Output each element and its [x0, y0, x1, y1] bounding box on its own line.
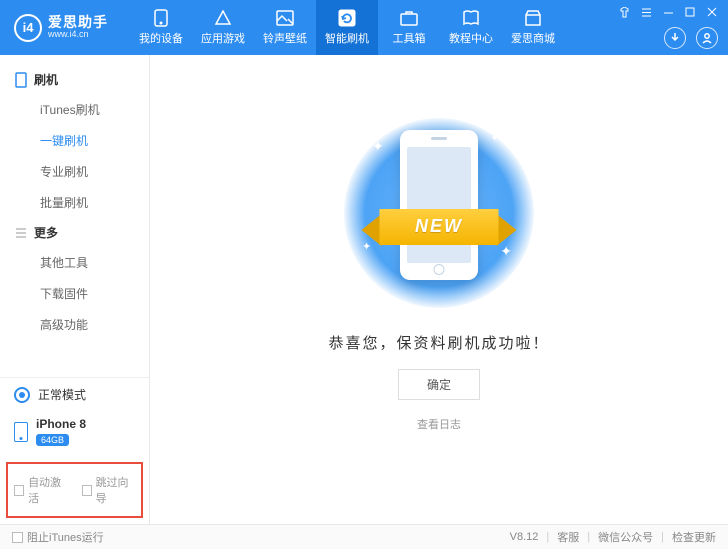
device-row[interactable]: iPhone 8 64GB [0, 411, 149, 456]
nav-label: 铃声壁纸 [263, 30, 307, 46]
menu-icon[interactable] [640, 6, 652, 18]
app-header: i4 爱思助手 www.i4.cn 我的设备 应用游戏 铃声壁纸 智能刷机 工具… [0, 0, 728, 55]
sparkle-icon: ✦ [372, 138, 384, 155]
sidebar-footer: 正常模式 iPhone 8 64GB 自动激活 跳过向导 [0, 377, 149, 524]
checkbox-icon [12, 532, 23, 543]
nav-store[interactable]: 爱思商城 [502, 0, 564, 55]
minimize-icon[interactable] [662, 6, 674, 18]
logo-url: www.i4.cn [48, 30, 108, 40]
maximize-icon[interactable] [684, 6, 696, 18]
header-actions [664, 27, 718, 49]
phone-icon [14, 422, 28, 442]
chk-skip-guide[interactable]: 跳过向导 [82, 474, 136, 506]
main-content: ✦ ✦ ✦ ✦ NEW 恭喜您，保资料刷机成功啦！ 确定 查看日志 [150, 55, 728, 524]
nav-toolbox[interactable]: 工具箱 [378, 0, 440, 55]
nav-label: 教程中心 [449, 30, 493, 46]
phone-illustration [400, 130, 478, 280]
apps-icon [213, 9, 233, 27]
book-icon [461, 9, 481, 27]
nav-ringtones[interactable]: 铃声壁纸 [254, 0, 316, 55]
nav-label: 爱思商城 [511, 30, 555, 46]
nav-apps[interactable]: 应用游戏 [192, 0, 254, 55]
logo-icon: i4 [14, 14, 42, 42]
phone-icon [151, 9, 171, 27]
nav-tutorials[interactable]: 教程中心 [440, 0, 502, 55]
ribbon-text: NEW [380, 209, 499, 245]
skin-icon[interactable] [618, 6, 630, 18]
new-ribbon: NEW [362, 206, 517, 250]
footer-update[interactable]: 检查更新 [672, 529, 716, 545]
sidebar-item-itunes[interactable]: iTunes刷机 [0, 94, 149, 125]
device-name: iPhone 8 [36, 417, 86, 431]
briefcase-icon [399, 9, 419, 27]
sidebar-group-flash[interactable]: 刷机 [0, 65, 149, 94]
user-button[interactable] [696, 27, 718, 49]
sidebar-item-oneclick[interactable]: 一键刷机 [0, 125, 149, 156]
image-icon [275, 9, 295, 27]
chk-label: 自动激活 [28, 474, 67, 506]
view-log-link[interactable]: 查看日志 [417, 416, 461, 432]
refresh-icon [337, 9, 357, 27]
nav-label: 我的设备 [139, 30, 183, 46]
nav-flash[interactable]: 智能刷机 [316, 0, 378, 55]
window-controls [618, 6, 718, 18]
sidebar-item-pro[interactable]: 专业刷机 [0, 156, 149, 187]
nav-my-device[interactable]: 我的设备 [130, 0, 192, 55]
chk-auto-activate[interactable]: 自动激活 [14, 474, 68, 506]
sidebar-item-batch[interactable]: 批量刷机 [0, 187, 149, 218]
logo-title: 爱思助手 [48, 15, 108, 30]
option-checks: 自动激活 跳过向导 [6, 462, 143, 518]
chk-block-itunes[interactable]: 阻止iTunes运行 [12, 529, 104, 545]
nav-label: 应用游戏 [201, 30, 245, 46]
sidebar-item-download[interactable]: 下载固件 [0, 278, 149, 309]
device-icon [14, 73, 28, 87]
sidebar-item-othertools[interactable]: 其他工具 [0, 247, 149, 278]
sidebar-group-more[interactable]: 更多 [0, 218, 149, 247]
nav-label: 工具箱 [393, 30, 426, 46]
store-icon [523, 9, 543, 27]
status-bar: 阻止iTunes运行 V8.12 | 客服 | 微信公众号 | 检查更新 [0, 524, 728, 549]
mode-row[interactable]: 正常模式 [0, 378, 149, 411]
checkbox-icon [82, 485, 92, 496]
mode-icon [14, 387, 30, 403]
top-nav: 我的设备 应用游戏 铃声壁纸 智能刷机 工具箱 教程中心 爱思商城 [130, 0, 564, 55]
menu-icon [14, 226, 28, 240]
nav-label: 智能刷机 [325, 30, 369, 46]
sidebar-item-advanced[interactable]: 高级功能 [0, 309, 149, 340]
sidebar: 刷机 iTunes刷机 一键刷机 专业刷机 批量刷机 更多 其他工具 下载固件 … [0, 55, 150, 524]
ok-button[interactable]: 确定 [398, 369, 480, 400]
checkbox-icon [14, 485, 24, 496]
chk-label: 阻止iTunes运行 [27, 529, 104, 545]
footer-wechat[interactable]: 微信公众号 [598, 529, 653, 545]
sparkle-icon: ✦ [491, 133, 499, 144]
download-button[interactable] [664, 27, 686, 49]
success-illustration: ✦ ✦ ✦ ✦ NEW [344, 118, 534, 308]
success-message: 恭喜您，保资料刷机成功啦！ [328, 332, 549, 353]
app-logo: i4 爱思助手 www.i4.cn [0, 14, 122, 42]
group-title: 更多 [34, 224, 58, 241]
storage-badge: 64GB [36, 434, 69, 446]
group-title: 刷机 [34, 71, 58, 88]
close-icon[interactable] [706, 6, 718, 18]
chk-label: 跳过向导 [96, 474, 135, 506]
footer-support[interactable]: 客服 [557, 529, 579, 545]
mode-label: 正常模式 [38, 386, 86, 403]
version-label: V8.12 [510, 531, 539, 543]
